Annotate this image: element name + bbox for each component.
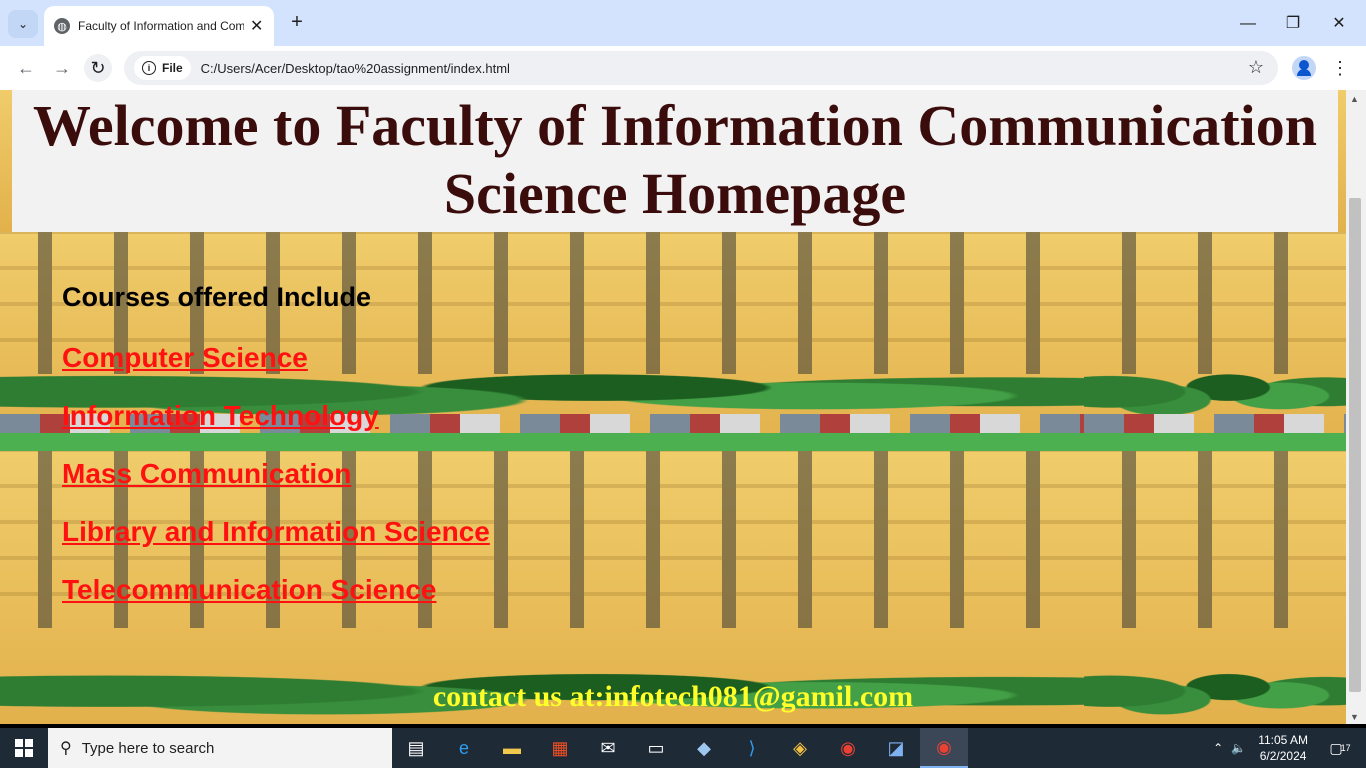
chrome-active-icon[interactable]: ◉ [920, 728, 968, 768]
course-link-computer-science[interactable]: Computer Science [62, 342, 490, 400]
notification-count: 17 [1340, 743, 1351, 753]
volume-icon[interactable]: 🔈 [1231, 741, 1246, 755]
back-button[interactable]: ← [12, 54, 40, 82]
course-link-information-technology[interactable]: Information Technology [62, 400, 490, 458]
chrome-icon[interactable]: ◉ [824, 728, 872, 768]
course-link-library-information-science[interactable]: Library and Information Science [62, 516, 490, 574]
contact-text: contact us at:infotech081@gamil.com [432, 680, 914, 713]
terminal-icon[interactable]: ▭ [632, 728, 680, 768]
system-tray: ⌃ 🔈 11:05 AM 6/2/2024 ▢ 17 [1213, 728, 1366, 768]
profile-avatar-icon[interactable] [1292, 56, 1316, 80]
close-window-button[interactable]: ✕ [1327, 12, 1351, 36]
notification-icon[interactable]: ▢ 17 [1326, 736, 1354, 760]
search-icon: ⚲ [60, 740, 72, 757]
page-title: Welcome to Faculty of Information Commun… [33, 93, 1317, 226]
restore-button[interactable]: ❐ [1281, 12, 1305, 36]
mail-icon[interactable]: ✉ [584, 728, 632, 768]
edge-icon[interactable]: e [440, 728, 488, 768]
page-viewport: Welcome to Faculty of Information Commun… [0, 90, 1366, 724]
git-icon[interactable]: ◈ [776, 728, 824, 768]
info-icon: i [142, 61, 156, 75]
vertical-scrollbar[interactable]: ▲ ▼ [1346, 90, 1366, 724]
scroll-up-arrow-icon[interactable]: ▲ [1350, 94, 1359, 104]
course-link-telecommunication-science[interactable]: Telecommunication Science [62, 574, 490, 632]
close-tab-icon[interactable]: ✕ [250, 16, 263, 36]
campus-photo [1338, 90, 1346, 232]
scroll-thumb[interactable] [1349, 198, 1361, 692]
campus-photo [0, 90, 12, 232]
tab-strip: ⌄ ◍ Faculty of Information and Com ✕ + —… [0, 0, 1366, 46]
microsoft-store-icon[interactable]: ▦ [536, 728, 584, 768]
notes-icon[interactable]: ◆ [680, 728, 728, 768]
file-explorer-icon[interactable]: ▬ [488, 728, 536, 768]
taskbar-search[interactable]: ⚲ Type here to search [48, 728, 392, 768]
courses-section: Courses offered Include Computer Science… [62, 282, 490, 632]
address-bar[interactable]: i File C:/Users/Acer/Desktop/tao%20assig… [124, 51, 1278, 85]
scroll-down-arrow-icon[interactable]: ▼ [1350, 712, 1359, 722]
taskbar: ⚲ Type here to search ▤ e ▬ ▦ ✉ ▭ ◆ ⟩ ◈ … [0, 728, 1366, 768]
start-button[interactable] [0, 728, 48, 768]
globe-icon: ◍ [54, 18, 70, 34]
clock[interactable]: 11:05 AM 6/2/2024 [1258, 732, 1308, 764]
campus-photo [1084, 232, 1346, 451]
more-menu-icon[interactable]: ⋮ [1330, 56, 1350, 80]
reload-button[interactable]: ↻ [84, 54, 112, 82]
new-tab-button[interactable]: + [286, 12, 308, 34]
windows-logo-icon [15, 739, 33, 757]
tab-title: Faculty of Information and Com [78, 19, 244, 33]
chevron-down-icon: ⌄ [17, 17, 29, 31]
forward-button[interactable]: → [48, 54, 76, 82]
task-view-icon[interactable]: ▤ [392, 728, 440, 768]
minimize-button[interactable]: — [1236, 12, 1260, 36]
courses-heading: Courses offered Include [62, 282, 372, 312]
search-placeholder: Type here to search [81, 739, 215, 757]
page-header: Welcome to Faculty of Information Commun… [12, 90, 1338, 232]
browser-tab[interactable]: ◍ Faculty of Information and Com ✕ [44, 6, 274, 46]
tab-search-button[interactable]: ⌄ [8, 10, 38, 38]
browser-toolbar: ← → ↻ i File C:/Users/Acer/Desktop/tao%2… [0, 46, 1366, 90]
file-label: File [162, 61, 183, 75]
clock-time: 11:05 AM [1258, 733, 1308, 747]
mysql-workbench-icon[interactable]: ◪ [872, 728, 920, 768]
url-text[interactable]: C:/Users/Acer/Desktop/tao%20assignment/i… [201, 61, 510, 76]
course-link-mass-communication[interactable]: Mass Communication [62, 458, 490, 516]
chevron-up-icon[interactable]: ⌃ [1213, 741, 1223, 755]
bookmark-star-icon[interactable]: ☆ [1248, 57, 1264, 78]
vscode-icon[interactable]: ⟩ [728, 728, 776, 768]
site-info-chip[interactable]: i File [134, 56, 191, 80]
clock-date: 6/2/2024 [1259, 749, 1307, 763]
